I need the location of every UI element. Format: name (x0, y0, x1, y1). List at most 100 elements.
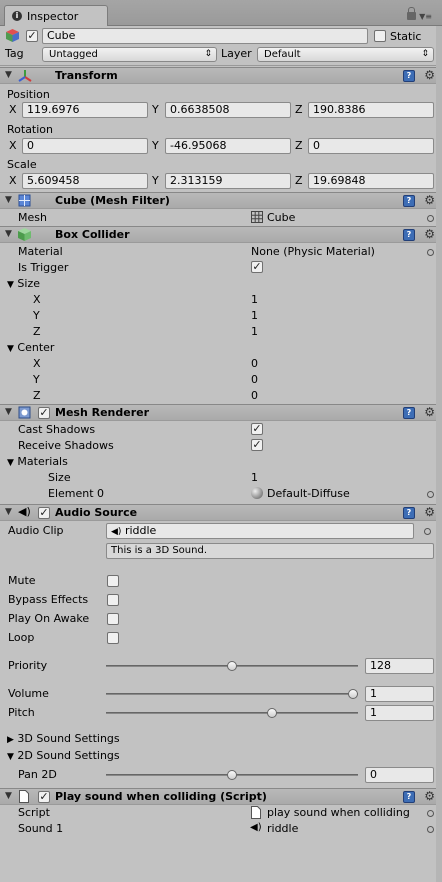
mesh-filter-header[interactable]: ▼ Cube (Mesh Filter) ? ⚙ (0, 192, 442, 209)
pitch-slider[interactable] (106, 712, 358, 714)
object-name-field[interactable]: Cube (42, 28, 368, 44)
help-icon[interactable]: ? (403, 791, 415, 803)
mesh-filter-title: Cube (Mesh Filter) (55, 194, 170, 207)
mute-checkbox[interactable] (107, 575, 119, 587)
center-y-label: Y (33, 373, 40, 386)
mesh-value[interactable]: Cube (267, 211, 295, 224)
script-file-icon (251, 806, 261, 819)
play-on-awake-checkbox[interactable] (107, 613, 119, 625)
size-z-value[interactable]: 1 (251, 325, 258, 338)
volume-slider-knob[interactable] (348, 689, 358, 699)
center-z-value[interactable]: 0 (251, 389, 258, 402)
object-picker-icon[interactable] (427, 249, 434, 256)
receive-shadows-label: Receive Shadows (18, 439, 114, 452)
box-collider-header[interactable]: ▼ Box Collider ? ⚙ (0, 226, 442, 243)
object-picker-icon[interactable] (427, 491, 434, 498)
position-y-field[interactable]: 0.6638508 (165, 102, 291, 118)
volume-slider[interactable] (106, 693, 358, 695)
gear-icon[interactable]: ⚙ (424, 505, 435, 519)
tag-dropdown[interactable]: Untagged ⇕ (42, 47, 217, 62)
2d-sound-settings-foldout[interactable]: ▼ 2D Sound Settings (7, 749, 120, 762)
foldout-arrow-icon[interactable]: ▼ (5, 791, 12, 801)
center-x-value[interactable]: 0 (251, 357, 258, 370)
help-icon[interactable]: ? (403, 507, 415, 519)
materials-size-value[interactable]: 1 (251, 471, 258, 484)
gear-icon[interactable]: ⚙ (424, 227, 435, 241)
position-z-field[interactable]: 190.8386 (308, 102, 434, 118)
rotation-z-field[interactable]: 0 (308, 138, 434, 154)
gear-icon[interactable]: ⚙ (424, 193, 435, 207)
sound-1-value[interactable]: riddle (267, 822, 298, 835)
foldout-arrow-icon[interactable]: ▼ (5, 70, 12, 80)
active-checkbox[interactable]: ✓ (26, 30, 38, 42)
pitch-field[interactable]: 1 (365, 705, 434, 721)
object-picker-icon[interactable] (427, 810, 434, 817)
foldout-arrow-icon[interactable]: ▼ (5, 229, 12, 239)
receive-shadows-checkbox[interactable]: ✓ (251, 439, 263, 451)
tab-inspector[interactable]: i Inspector (4, 5, 108, 26)
script-enabled-checkbox[interactable]: ✓ (38, 791, 50, 803)
pan-2d-field[interactable]: 0 (365, 767, 434, 783)
is-trigger-checkbox[interactable]: ✓ (251, 261, 263, 273)
element-0-label: Element 0 (48, 487, 105, 500)
help-icon[interactable]: ? (403, 195, 415, 207)
layer-dropdown[interactable]: Default ⇕ (257, 47, 434, 62)
help-icon[interactable]: ? (403, 229, 415, 241)
x-label: X (9, 174, 17, 187)
pan-2d-label: Pan 2D (18, 768, 57, 781)
object-picker-icon[interactable] (427, 826, 434, 833)
scale-x-field[interactable]: 5.609458 (22, 173, 148, 189)
help-icon[interactable]: ? (403, 407, 415, 419)
script-header[interactable]: ▼ ✓ Play sound when colliding (Script) ?… (0, 788, 442, 805)
scale-y-field[interactable]: 2.313159 (165, 173, 291, 189)
foldout-arrow-icon: ▼ (7, 344, 14, 354)
priority-slider-knob[interactable] (227, 661, 237, 671)
script-title: Play sound when colliding (Script) (55, 790, 267, 803)
audio-source-enabled-checkbox[interactable]: ✓ (38, 507, 50, 519)
foldout-arrow-icon[interactable]: ▼ (5, 507, 12, 517)
lock-icon[interactable] (407, 7, 416, 20)
position-x-field[interactable]: 119.6976 (22, 102, 148, 118)
element-0-value[interactable]: Default-Diffuse (267, 487, 350, 500)
transform-header[interactable]: ▼ Transform ? ⚙ (0, 67, 442, 84)
size-x-value[interactable]: 1 (251, 293, 258, 306)
foldout-arrow-icon[interactable]: ▼ (5, 407, 12, 417)
foldout-arrow-icon: ▼ (7, 280, 14, 290)
priority-field[interactable]: 128 (365, 658, 434, 674)
script-value[interactable]: play sound when colliding (267, 806, 410, 819)
pitch-slider-knob[interactable] (267, 708, 278, 718)
foldout-arrow-icon[interactable]: ▼ (5, 195, 12, 205)
priority-label: Priority (8, 659, 48, 672)
size-y-value[interactable]: 1 (251, 309, 258, 322)
mute-label: Mute (8, 574, 36, 587)
gear-icon[interactable]: ⚙ (424, 68, 435, 82)
3d-sound-settings-foldout[interactable]: ▶ 3D Sound Settings (7, 732, 120, 745)
materials-foldout[interactable]: ▼ Materials (7, 455, 68, 468)
gear-icon[interactable]: ⚙ (424, 789, 435, 803)
is-trigger-label: Is Trigger (18, 261, 69, 274)
scrollbar[interactable] (436, 26, 442, 882)
menu-icon[interactable]: ▼≡ (419, 12, 432, 21)
bypass-effects-checkbox[interactable] (107, 594, 119, 606)
scale-z-field[interactable]: 19.69848 (308, 173, 434, 189)
cast-shadows-checkbox[interactable]: ✓ (251, 423, 263, 435)
material-value[interactable]: None (Physic Material) (251, 245, 375, 258)
pan-2d-slider-knob[interactable] (227, 770, 237, 780)
loop-checkbox[interactable] (107, 632, 119, 644)
mesh-renderer-header[interactable]: ▼ ✓ Mesh Renderer ? ⚙ (0, 404, 442, 421)
rotation-x-field[interactable]: 0 (22, 138, 148, 154)
gear-icon[interactable]: ⚙ (424, 405, 435, 419)
object-picker-icon[interactable] (424, 528, 431, 535)
static-checkbox[interactable] (374, 30, 386, 42)
audio-clip-field[interactable]: ◀) riddle (106, 523, 414, 539)
volume-field[interactable]: 1 (365, 686, 434, 702)
rotation-y-field[interactable]: -46.95068 (165, 138, 291, 154)
size-foldout[interactable]: ▼ Size (7, 277, 40, 290)
audio-source-header[interactable]: ▼ ◀) ✓ Audio Source ? ⚙ (0, 504, 442, 521)
center-foldout[interactable]: ▼ Center (7, 341, 54, 354)
mesh-grid-icon (251, 211, 263, 223)
center-y-value[interactable]: 0 (251, 373, 258, 386)
help-icon[interactable]: ? (403, 70, 415, 82)
mesh-renderer-enabled-checkbox[interactable]: ✓ (38, 407, 50, 419)
object-picker-icon[interactable] (427, 215, 434, 222)
